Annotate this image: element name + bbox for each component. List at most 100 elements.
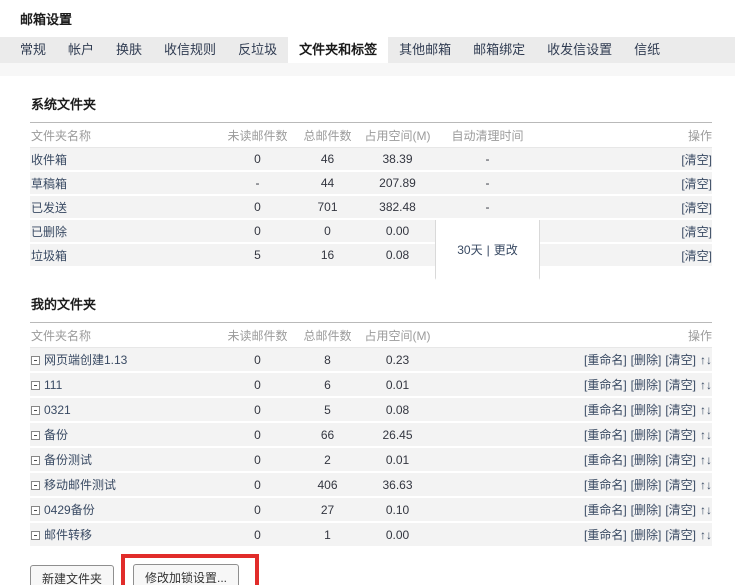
settings-tab[interactable]: 信纸 xyxy=(623,37,671,63)
table-row: 备份测试 0 2 0.01 [重命名][删除][清空]↑↓ xyxy=(30,448,712,473)
col-total-count: 总邮件数 xyxy=(295,323,360,348)
space-used: 0.00 xyxy=(360,523,435,548)
collapse-icon[interactable] xyxy=(31,456,40,465)
collapse-icon[interactable] xyxy=(31,531,40,540)
folder-name: 邮件转移 xyxy=(44,528,92,542)
folder-name: 已发送 xyxy=(30,196,220,220)
settings-tab[interactable]: 其他邮箱 xyxy=(388,37,462,63)
delete-folder-link[interactable]: [删除] xyxy=(631,453,662,467)
settings-tab[interactable]: 邮箱绑定 xyxy=(462,37,536,63)
system-folders-table: 文件夹名称 未读邮件数 总邮件数 占用空间(M) 自动清理时间 操作 收件箱 0… xyxy=(30,123,712,280)
total-count: 406 xyxy=(295,473,360,498)
unread-count: 0 xyxy=(220,498,295,523)
empty-folder-link[interactable]: [清空] xyxy=(665,428,696,442)
empty-folder-link[interactable]: [清空] xyxy=(665,378,696,392)
unread-count: 0 xyxy=(220,348,295,373)
table-row: 邮件转移 0 1 0.00 [重命名][删除][清空]↑↓ xyxy=(30,523,712,548)
empty-folder-link[interactable]: [清空] xyxy=(665,403,696,417)
autoclean-value: - xyxy=(435,196,540,220)
collapse-icon[interactable] xyxy=(31,381,40,390)
unread-count: 0 xyxy=(220,373,295,398)
total-count: 27 xyxy=(295,498,360,523)
collapse-icon[interactable] xyxy=(31,506,40,515)
empty-folder-link[interactable]: [清空] xyxy=(665,453,696,467)
empty-folder-link[interactable]: [清空] xyxy=(665,528,696,542)
space-used: 0.00 xyxy=(360,220,435,244)
annotation-highlight-box: 修改加锁设置... xyxy=(121,554,259,585)
change-autoclean-link[interactable]: 更改 xyxy=(494,243,518,257)
unread-count: 0 xyxy=(220,523,295,548)
unread-count: 5 xyxy=(220,244,295,268)
space-used: 0.01 xyxy=(360,448,435,473)
delete-folder-link[interactable]: [删除] xyxy=(631,353,662,367)
folder-name: 0321 xyxy=(44,403,71,417)
move-down-icon[interactable]: ↓ xyxy=(706,353,712,367)
col-total-count: 总邮件数 xyxy=(295,123,360,148)
table-row: 移动邮件测试 0 406 36.63 [重命名][删除][清空]↑↓ xyxy=(30,473,712,498)
delete-folder-link[interactable]: [删除] xyxy=(631,403,662,417)
move-down-icon[interactable]: ↓ xyxy=(706,378,712,392)
settings-tab[interactable]: 常规 xyxy=(9,37,57,63)
rename-folder-link[interactable]: [重命名] xyxy=(584,503,627,517)
rename-folder-link[interactable]: [重命名] xyxy=(584,478,627,492)
empty-folder-link[interactable]: [清空] xyxy=(665,353,696,367)
move-down-icon[interactable]: ↓ xyxy=(706,478,712,492)
settings-tab[interactable]: 文件夹和标签 xyxy=(288,37,388,63)
rename-folder-link[interactable]: [重命名] xyxy=(584,378,627,392)
move-down-icon[interactable]: ↓ xyxy=(706,403,712,417)
space-used: 0.08 xyxy=(360,244,435,268)
delete-folder-link[interactable]: [删除] xyxy=(631,428,662,442)
space-used: 0.10 xyxy=(360,498,435,523)
tabbar-shadow-strip xyxy=(0,63,735,76)
new-folder-button[interactable]: 新建文件夹 xyxy=(30,565,114,585)
settings-tab[interactable]: 反垃圾 xyxy=(227,37,288,63)
delete-folder-link[interactable]: [删除] xyxy=(631,503,662,517)
settings-tab[interactable]: 收信规则 xyxy=(153,37,227,63)
move-down-icon[interactable]: ↓ xyxy=(706,453,712,467)
modify-lock-settings-button[interactable]: 修改加锁设置... xyxy=(133,564,239,585)
total-count: 6 xyxy=(295,373,360,398)
collapse-icon[interactable] xyxy=(31,356,40,365)
table-row: 已删除 0 0 0.00 30天|更改 [清空] xyxy=(30,220,712,244)
settings-tab[interactable]: 帐户 xyxy=(57,37,105,63)
empty-folder-link[interactable]: [清空] xyxy=(665,503,696,517)
table-row: 网页端创建1.13 0 8 0.23 [重命名][删除][清空]↑↓ xyxy=(30,348,712,373)
delete-folder-link[interactable]: [删除] xyxy=(631,378,662,392)
folder-name: 移动邮件测试 xyxy=(44,478,116,492)
autoclean-value: - xyxy=(435,148,540,172)
rename-folder-link[interactable]: [重命名] xyxy=(584,403,627,417)
autoclean-value: - xyxy=(435,172,540,196)
table-row: 垃圾箱 5 16 0.08 [清空] xyxy=(30,244,712,268)
delete-folder-link[interactable]: [删除] xyxy=(631,528,662,542)
empty-folder-link[interactable]: [清空] xyxy=(681,153,712,167)
folder-name: 草稿箱 xyxy=(30,172,220,196)
empty-folder-link[interactable]: [清空] xyxy=(681,225,712,239)
space-used: 0.08 xyxy=(360,398,435,423)
empty-folder-link[interactable]: [清空] xyxy=(681,177,712,191)
settings-tab[interactable]: 收发信设置 xyxy=(536,37,623,63)
rename-folder-link[interactable]: [重命名] xyxy=(584,428,627,442)
autoclean-merged-cell: 30天|更改 xyxy=(435,220,540,280)
total-count: 8 xyxy=(295,348,360,373)
table-row: 111 0 6 0.01 [重命名][删除][清空]↑↓ xyxy=(30,373,712,398)
empty-folder-link[interactable]: [清空] xyxy=(681,249,712,263)
settings-tab[interactable]: 换肤 xyxy=(105,37,153,63)
empty-folder-link[interactable]: [清空] xyxy=(665,478,696,492)
rename-folder-link[interactable]: [重命名] xyxy=(584,353,627,367)
move-down-icon[interactable]: ↓ xyxy=(706,503,712,517)
rename-folder-link[interactable]: [重命名] xyxy=(584,453,627,467)
rename-folder-link[interactable]: [重命名] xyxy=(584,528,627,542)
collapse-icon[interactable] xyxy=(31,406,40,415)
folder-name: 111 xyxy=(44,378,62,392)
delete-folder-link[interactable]: [删除] xyxy=(631,478,662,492)
move-down-icon[interactable]: ↓ xyxy=(706,428,712,442)
system-folders-header-row: 文件夹名称 未读邮件数 总邮件数 占用空间(M) 自动清理时间 操作 xyxy=(30,123,712,148)
settings-tabbar: 常规 帐户 换肤 收信规则 反垃圾 文件夹和标签 其他邮箱 邮箱绑定 收发信设置… xyxy=(0,37,735,63)
collapse-icon[interactable] xyxy=(31,431,40,440)
table-row: 草稿箱 - 44 207.89 - [清空] xyxy=(30,172,712,196)
my-folders-title: 我的文件夹 xyxy=(30,280,712,323)
collapse-icon[interactable] xyxy=(31,481,40,490)
empty-folder-link[interactable]: [清空] xyxy=(681,201,712,215)
folder-name: 收件箱 xyxy=(30,148,220,172)
move-down-icon[interactable]: ↓ xyxy=(706,528,712,542)
